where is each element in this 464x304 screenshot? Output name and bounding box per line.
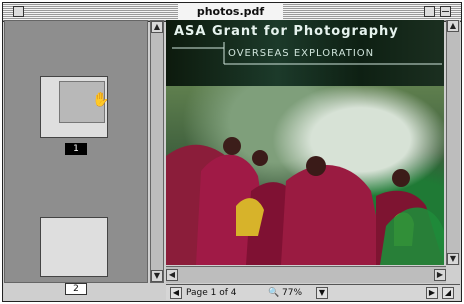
previous-page-button[interactable]: ◀ xyxy=(170,287,182,299)
magnifier-icon[interactable]: 🔍 xyxy=(268,287,279,299)
zoom-level[interactable]: 77% xyxy=(282,287,302,299)
zoom-popup-button[interactable]: ▼ xyxy=(316,287,328,299)
scroll-up-arrow-icon[interactable]: ▲ xyxy=(151,21,163,33)
page-thumbnail[interactable]: ✋ xyxy=(40,76,110,138)
banner: ASA Grant for Photography OVERSEAS EXPLO… xyxy=(166,20,444,86)
scroll-left-arrow-icon[interactable]: ◀ xyxy=(166,269,178,281)
scroll-up-arrow-icon[interactable]: ▲ xyxy=(447,20,459,32)
window-title: photos.pdf xyxy=(178,4,283,20)
scroll-down-arrow-icon[interactable]: ▼ xyxy=(151,270,163,282)
scroll-down-arrow-icon[interactable]: ▼ xyxy=(447,253,459,265)
page-thumbnail[interactable] xyxy=(40,217,108,277)
photo-figures xyxy=(166,137,444,265)
zoom-box-icon[interactable] xyxy=(424,6,435,17)
banner-title: ASA Grant for Photography xyxy=(174,24,399,39)
next-page-button[interactable]: ▶ xyxy=(426,287,438,299)
visible-area-box[interactable]: ✋ xyxy=(59,81,110,123)
document-view[interactable]: ASA Grant for Photography OVERSEAS EXPLO… xyxy=(166,20,444,265)
banner-subtitle: OVERSEAS EXPLORATION xyxy=(228,48,375,59)
document-horizontal-scrollbar[interactable]: ◀ ▶ xyxy=(166,266,446,283)
close-box-icon[interactable] xyxy=(13,6,24,17)
thumbnail-pane: ✋ 1 2 xyxy=(4,20,148,295)
collapse-box-icon[interactable] xyxy=(440,6,451,17)
thumbnail-scrollbar[interactable]: ▲ ▼ xyxy=(150,20,164,283)
scroll-right-arrow-icon[interactable]: ▶ xyxy=(434,269,446,281)
thumbnail-page-number: 2 xyxy=(65,283,87,295)
document-vertical-scrollbar[interactable]: ▲ ▼ xyxy=(446,20,460,265)
hand-tool-icon: ✋ xyxy=(92,92,110,108)
grow-box-icon[interactable]: ◢ xyxy=(442,287,454,299)
page-indicator: Page 1 of 4 xyxy=(186,288,237,298)
monks-photo xyxy=(166,86,444,265)
thumbnail-page-number: 1 xyxy=(65,143,87,155)
status-bar: ◀ Page 1 of 4 🔍 77% ▼ ▶ ◢ xyxy=(166,284,460,300)
